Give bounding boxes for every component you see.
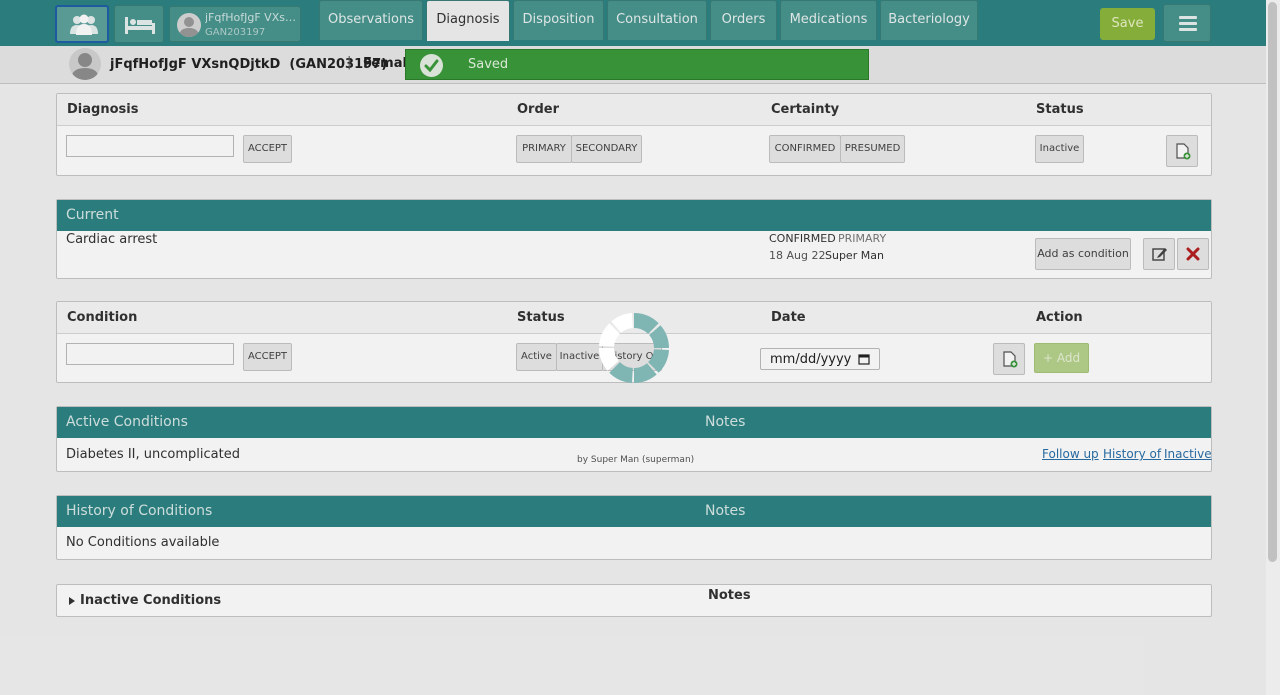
page-scrollbar[interactable] [1266,0,1280,695]
calendar-icon [858,354,870,365]
patient-chip-id: GAN203197 [205,27,266,38]
patient-avatar [177,13,201,37]
history-conditions-title: History of Conditions [66,503,213,519]
status-active-button[interactable]: Active [516,343,557,371]
diagnosis-search-input[interactable] [66,135,234,157]
tab-diagnosis[interactable]: Diagnosis [426,0,510,41]
order-secondary-button[interactable]: SECONDARY [571,135,642,163]
add-as-condition-button[interactable]: Add as condition [1035,238,1131,270]
add-condition-button[interactable]: + Add [1034,343,1089,373]
current-header: Current [57,200,1211,231]
certainty-presumed-button[interactable]: PRESUMED [840,135,905,163]
follow-up-link[interactable]: Follow up [1042,447,1099,461]
inactive-conditions-title: Inactive Conditions [80,593,222,608]
condition-header: Condition [67,310,138,325]
current-author: Super Man [825,249,884,262]
edit-icon [1152,248,1167,261]
top-navigation-bar: jFqfHofJgF VXsn... GAN203197 Observation… [0,0,1280,46]
caret-right-icon [69,597,75,605]
tab-medications[interactable]: Medications [780,0,877,40]
condition-accept-button[interactable]: ACCEPT [243,343,292,371]
current-date: 18 Aug 22 [769,249,826,262]
current-diagnosis-name: Cardiac arrest [66,232,158,247]
no-conditions-text: No Conditions available [66,535,220,550]
check-circle-icon [420,54,443,77]
bed-icon [125,17,155,34]
status-inactive-button[interactable]: Inactive [556,343,603,371]
patient-chip[interactable]: jFqfHofJgF VXsn... GAN203197 [169,6,301,42]
diagnosis-accept-button[interactable]: ACCEPT [243,135,292,163]
condition-add-note-button[interactable] [993,343,1025,375]
condition-status-header: Status [517,310,565,325]
order-header: Order [517,102,559,117]
panel-header: Diagnosis Order Certainty Status [57,94,1211,126]
condition-search-input[interactable] [66,343,234,365]
tab-observations[interactable]: Observations [319,0,423,40]
diagnosis-entry-panel: Diagnosis Order Certainty Status ACCEPT … [56,93,1212,176]
patients-button[interactable] [55,5,109,43]
active-conditions-title: Active Conditions [66,414,188,430]
diagnosis-header: Diagnosis [67,102,139,117]
header-separator: | [347,55,352,70]
delete-button[interactable] [1177,238,1209,270]
tab-orders[interactable]: Orders [710,0,777,40]
document-add-icon [1176,143,1191,160]
toast-text: Saved [468,57,509,72]
active-conditions-notes-label: Notes [705,414,746,430]
certainty-header: Certainty [771,102,840,117]
hamburger-icon [1179,16,1197,19]
patient-avatar [69,48,101,80]
add-note-button[interactable] [1166,135,1198,167]
save-button[interactable]: Save [1100,8,1155,40]
tab-disposition[interactable]: Disposition [513,0,604,40]
person-icon [71,53,99,80]
current-title: Current [66,207,119,223]
loading-spinner-icon [599,313,669,383]
history-conditions-header: History of Conditions Notes [57,496,1211,527]
active-conditions-header: Active Conditions Notes [57,407,1211,438]
saved-notification: Saved [405,49,869,80]
condition-action-header: Action [1036,310,1083,325]
order-primary-button[interactable]: PRIMARY [516,135,572,163]
plus-icon: + [1042,351,1053,365]
date-placeholder: mm/dd/yyyy [770,352,852,367]
history-of-link[interactable]: History of [1103,447,1161,461]
menu-button[interactable] [1163,4,1211,42]
history-conditions-panel: History of Conditions Notes No Condition… [56,495,1212,560]
history-conditions-notes-label: Notes [705,503,746,519]
scrollbar-thumb[interactable] [1268,2,1277,562]
active-conditions-panel: Active Conditions Notes Diabetes II, unc… [56,406,1212,472]
current-diagnosis-panel: Current Cardiac arrest CONFIRMED PRIMARY… [56,199,1212,279]
tab-consultation[interactable]: Consultation [607,0,707,40]
close-icon [1186,247,1200,261]
bed-button[interactable] [114,5,164,43]
users-icon [70,14,98,35]
edit-button[interactable] [1143,238,1175,270]
condition-name: Diabetes II, uncomplicated [66,447,240,462]
condition-date-header: Date [771,310,806,325]
document-add-icon [1003,351,1018,368]
inactive-conditions-notes-label: Notes [708,588,751,603]
inactive-link[interactable]: Inactive [1164,447,1212,461]
tab-bacteriology[interactable]: Bacteriology [880,0,978,40]
certainty-confirmed-button[interactable]: CONFIRMED [769,135,841,163]
inactive-conditions-panel[interactable]: Inactive Conditions Notes [56,584,1212,617]
status-inactive-button[interactable]: Inactive [1035,135,1084,163]
current-order: PRIMARY [838,232,887,245]
status-header: Status [1036,102,1084,117]
current-certainty: CONFIRMED [769,232,836,245]
patient-chip-name: jFqfHofJgF VXsn... [205,11,299,24]
condition-date-input[interactable]: mm/dd/yyyy [760,348,880,370]
condition-author: by Super Man (superman) [577,455,695,465]
person-icon [179,17,199,37]
patient-name: jFqfHofJgF VXsnQDjtkD (GAN203197) [110,57,388,72]
